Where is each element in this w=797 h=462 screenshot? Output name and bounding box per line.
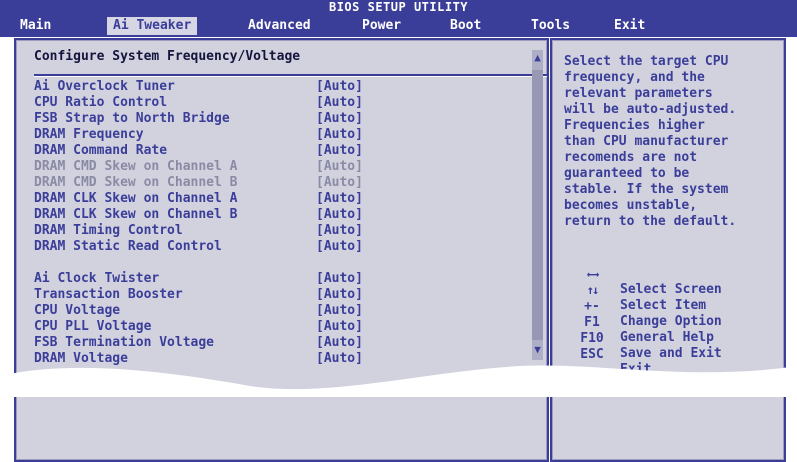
setting-dram-frequency[interactable]: DRAM Frequency [Auto]: [34, 127, 363, 142]
help-line: will be auto-adjusted.: [564, 102, 737, 117]
help-panel: Select the target CPU frequency, and the…: [550, 38, 786, 462]
setting-transaction-booster[interactable]: Transaction Booster [Auto]: [34, 287, 363, 302]
setting-cpu-voltage[interactable]: CPU Voltage [Auto]: [34, 303, 363, 318]
key-description: Select Item: [620, 298, 707, 313]
setting-value[interactable]: [Auto]: [316, 95, 363, 110]
setting-value[interactable]: [Auto]: [316, 287, 363, 302]
scroll-up-arrow-icon[interactable]: ▲: [532, 52, 543, 64]
setting-ai-overclock-tuner[interactable]: Ai Overclock Tuner [Auto]: [34, 79, 363, 94]
scroll-down-arrow-icon[interactable]: ▼: [532, 344, 543, 356]
setting-label: DRAM Timing Control: [34, 223, 183, 238]
key-description: Select Screen: [620, 282, 722, 297]
setting-value[interactable]: [Auto]: [316, 319, 363, 334]
help-line: guaranteed to be: [564, 166, 690, 181]
tab-power[interactable]: Power: [356, 17, 407, 35]
help-line: Frequencies higher: [564, 118, 705, 133]
setting-value[interactable]: [Auto]: [316, 271, 363, 286]
help-line: return to the default.: [564, 214, 737, 229]
setting-value[interactable]: [Auto]: [316, 335, 363, 350]
key-hint-select-screen: ←→ Select Screen: [570, 252, 722, 297]
key-hint-general-help: F1 General Help: [570, 300, 714, 345]
setting-value: [Auto]: [316, 175, 363, 190]
setting-value[interactable]: [Auto]: [316, 303, 363, 318]
setting-value[interactable]: [Auto]: [316, 239, 363, 254]
help-line: frequency, and the: [564, 70, 705, 85]
setting-label: DRAM CLK Skew on Channel B: [34, 207, 238, 222]
setting-dram-command-rate[interactable]: DRAM Command Rate [Auto]: [34, 143, 363, 158]
tab-exit[interactable]: Exit: [608, 17, 651, 35]
tab-ai-tweaker[interactable]: Ai Tweaker: [107, 17, 198, 35]
setting-label: FSB Termination Voltage: [34, 335, 215, 350]
tab-tools[interactable]: Tools: [525, 17, 576, 35]
title-divider: [34, 74, 547, 77]
key-name: ESC: [580, 347, 604, 362]
setting-label: DRAM CMD Skew on Channel B: [34, 175, 238, 190]
setting-label: CPU PLL Voltage: [34, 319, 152, 334]
settings-panel: Configure System Frequency/Voltage Ai Ov…: [14, 38, 549, 462]
setting-dram-cmd-skew-b: DRAM CMD Skew on Channel B [Auto]: [34, 175, 363, 190]
setting-value: [Auto]: [316, 159, 363, 174]
setting-value[interactable]: [Auto]: [316, 191, 363, 206]
key-hint-change-option: +- Change Option: [570, 284, 722, 329]
help-description: Select the target CPU frequency, and the…: [564, 54, 780, 230]
setting-dram-cmd-skew-a: DRAM CMD Skew on Channel A [Auto]: [34, 159, 363, 174]
panel-title: Configure System Frequency/Voltage: [34, 49, 301, 64]
key-hint-save-exit: F10 Save and Exit: [570, 316, 722, 361]
setting-label: DRAM CLK Skew on Channel A: [34, 191, 238, 206]
setting-label: DRAM Command Rate: [34, 143, 168, 158]
setting-label: Ai Overclock Tuner: [34, 79, 175, 94]
tab-boot[interactable]: Boot: [444, 17, 487, 35]
setting-value[interactable]: [Auto]: [316, 143, 363, 158]
setting-ai-clock-twister[interactable]: Ai Clock Twister [Auto]: [34, 271, 363, 286]
key-hint-exit: ESC Exit: [570, 332, 651, 377]
key-description: General Help: [620, 330, 714, 345]
setting-value[interactable]: [Auto]: [316, 207, 363, 222]
setting-dram-clk-skew-b[interactable]: DRAM CLK Skew on Channel B [Auto]: [34, 207, 363, 222]
help-line: relevant parameters: [564, 86, 713, 101]
setting-label: CPU Voltage: [34, 303, 121, 318]
setting-label: DRAM Frequency: [34, 127, 144, 142]
setting-value[interactable]: [Auto]: [316, 351, 363, 366]
setting-dram-static-read-control[interactable]: DRAM Static Read Control [Auto]: [34, 239, 363, 254]
bios-title: BIOS SETUP UTILITY: [0, 0, 797, 14]
setting-fsb-strap[interactable]: FSB Strap to North Bridge [Auto]: [34, 111, 363, 126]
key-hint-select-item: ↑↓ Select Item: [570, 268, 706, 313]
setting-label: FSB Strap to North Bridge: [34, 111, 230, 126]
setting-dram-timing-control[interactable]: DRAM Timing Control [Auto]: [34, 223, 363, 238]
key-description: Save and Exit: [620, 346, 722, 361]
setting-value[interactable]: [Auto]: [316, 127, 363, 142]
tab-advanced[interactable]: Advanced: [242, 17, 317, 35]
help-line: stable. If the system: [564, 182, 729, 197]
setting-value[interactable]: [Auto]: [316, 79, 363, 94]
setting-label: DRAM CMD Skew on Channel A: [34, 159, 238, 174]
setting-cpu-pll-voltage[interactable]: CPU PLL Voltage [Auto]: [34, 319, 363, 334]
setting-label: DRAM Voltage: [34, 351, 128, 366]
setting-label: Ai Clock Twister: [34, 271, 160, 286]
tab-main[interactable]: Main: [14, 17, 57, 35]
key-description: Exit: [620, 362, 652, 377]
help-line: than CPU manufacturer: [564, 134, 729, 149]
menu-bar: Main Ai Tweaker Advanced Power Boot Tool…: [0, 14, 797, 37]
scrollbar-thumb[interactable]: [532, 70, 543, 340]
help-line: becomes unstable,: [564, 198, 698, 213]
setting-dram-clk-skew-a[interactable]: DRAM CLK Skew on Channel A [Auto]: [34, 191, 363, 206]
setting-label: DRAM Static Read Control: [34, 239, 222, 254]
setting-label: CPU Ratio Control: [34, 95, 168, 110]
setting-value[interactable]: [Auto]: [316, 111, 363, 126]
help-line: Select the target CPU: [564, 54, 729, 69]
key-description: Change Option: [620, 314, 722, 329]
setting-cpu-ratio-control[interactable]: CPU Ratio Control [Auto]: [34, 95, 363, 110]
setting-fsb-termination-voltage[interactable]: FSB Termination Voltage [Auto]: [34, 335, 363, 350]
setting-label: Transaction Booster: [34, 287, 183, 302]
help-line: recomends are not: [564, 150, 698, 165]
setting-dram-voltage[interactable]: DRAM Voltage [Auto]: [34, 351, 363, 366]
setting-value[interactable]: [Auto]: [316, 223, 363, 238]
